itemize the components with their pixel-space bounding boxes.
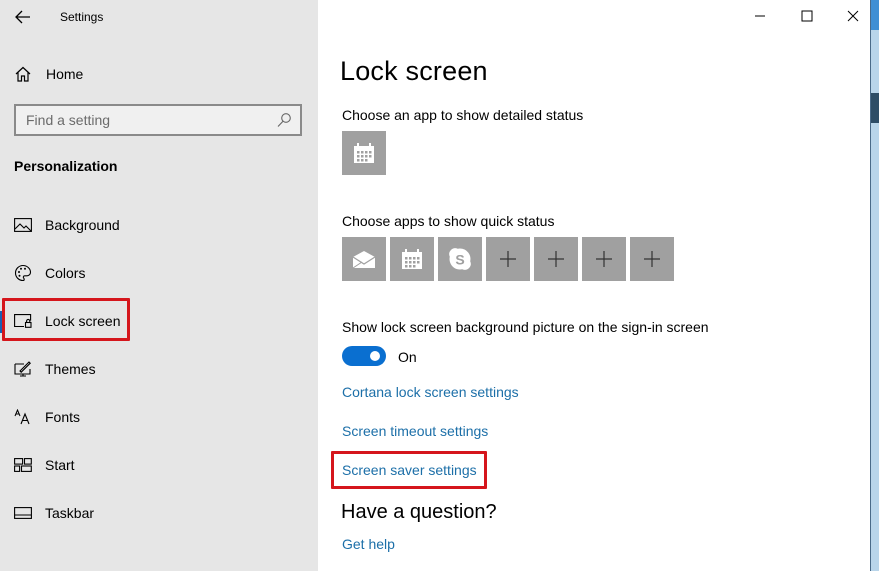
- sidebar-item-background[interactable]: Background: [0, 205, 318, 245]
- page-title: Lock screen: [340, 56, 488, 86]
- calendar-icon: [354, 143, 374, 163]
- themes-icon: [14, 360, 32, 378]
- get-help-link[interactable]: Get help: [342, 536, 395, 552]
- quick-status-calendar-button[interactable]: [390, 237, 434, 281]
- signin-background-label: Show lock screen background picture on t…: [342, 319, 709, 335]
- close-button[interactable]: [841, 4, 865, 28]
- screen-saver-settings-link[interactable]: Screen saver settings: [342, 462, 477, 478]
- quick-status-add-button-4[interactable]: [630, 237, 674, 281]
- sidebar-item-taskbar[interactable]: Taskbar: [0, 493, 318, 533]
- search-box[interactable]: [14, 104, 302, 136]
- plus-icon: [644, 251, 660, 267]
- toggle-knob: [370, 351, 380, 361]
- sidebar-item-colors[interactable]: Colors: [0, 253, 318, 293]
- close-icon: [847, 10, 859, 22]
- calendar-icon: [402, 249, 422, 269]
- question-heading: Have a question?: [341, 501, 497, 523]
- sidebar-item-label: Fonts: [45, 409, 81, 425]
- window-title: Settings: [60, 10, 104, 24]
- edge-dark-band: [871, 93, 879, 123]
- signin-background-toggle[interactable]: [342, 346, 386, 366]
- sidebar-item-label: Background: [45, 217, 120, 233]
- detailed-status-label: Choose an app to show detailed status: [342, 107, 584, 123]
- sidebar: Settings Home Personalization Background…: [0, 0, 318, 571]
- sidebar-item-themes[interactable]: Themes: [0, 349, 318, 389]
- minimize-button[interactable]: [748, 4, 772, 28]
- cortana-lock-screen-settings-link[interactable]: Cortana lock screen settings: [342, 384, 519, 400]
- quick-status-add-button-3[interactable]: [582, 237, 626, 281]
- maximize-icon: [801, 10, 813, 22]
- minimize-icon: [755, 15, 765, 17]
- plus-icon: [548, 251, 564, 267]
- taskbar-icon: [14, 504, 32, 522]
- quick-status-add-button-1[interactable]: [486, 237, 530, 281]
- palette-icon: [14, 264, 32, 282]
- lock-screen-icon: [14, 312, 32, 330]
- detailed-status-app-button[interactable]: [342, 131, 386, 175]
- sidebar-item-fonts[interactable]: Fonts: [0, 397, 318, 437]
- skype-icon: S: [449, 248, 471, 270]
- sidebar-item-start[interactable]: Start: [0, 445, 318, 485]
- home-nav-item[interactable]: Home: [14, 62, 83, 86]
- home-icon: [15, 66, 31, 82]
- svg-text:S: S: [455, 252, 464, 268]
- sidebar-item-label: Themes: [45, 361, 96, 377]
- sidebar-item-lock-screen[interactable]: Lock screen: [0, 301, 318, 341]
- home-label: Home: [46, 66, 84, 82]
- background-window-edge: [870, 0, 879, 571]
- start-icon: [14, 456, 32, 474]
- back-arrow-icon: [15, 10, 30, 24]
- fonts-icon: [14, 408, 32, 426]
- maximize-button[interactable]: [795, 4, 819, 28]
- quick-status-skype-button[interactable]: S: [438, 237, 482, 281]
- quick-status-label: Choose apps to show quick status: [342, 213, 555, 229]
- picture-icon: [14, 216, 32, 234]
- sidebar-item-label: Start: [45, 457, 75, 473]
- sidebar-item-label: Lock screen: [45, 313, 121, 329]
- section-title: Personalization: [14, 158, 118, 174]
- quick-status-mail-button[interactable]: [342, 237, 386, 281]
- sidebar-item-label: Colors: [45, 265, 86, 281]
- plus-icon: [596, 251, 612, 267]
- sidebar-item-label: Taskbar: [45, 505, 95, 521]
- plus-icon: [500, 251, 516, 267]
- toggle-state-label: On: [398, 349, 417, 365]
- back-button[interactable]: [12, 6, 34, 28]
- mail-icon: [352, 251, 376, 269]
- quick-status-add-button-2[interactable]: [534, 237, 578, 281]
- search-icon[interactable]: [276, 112, 292, 128]
- edge-titlebar: [871, 0, 879, 30]
- search-input[interactable]: [16, 106, 266, 134]
- screen-timeout-settings-link[interactable]: Screen timeout settings: [342, 423, 488, 439]
